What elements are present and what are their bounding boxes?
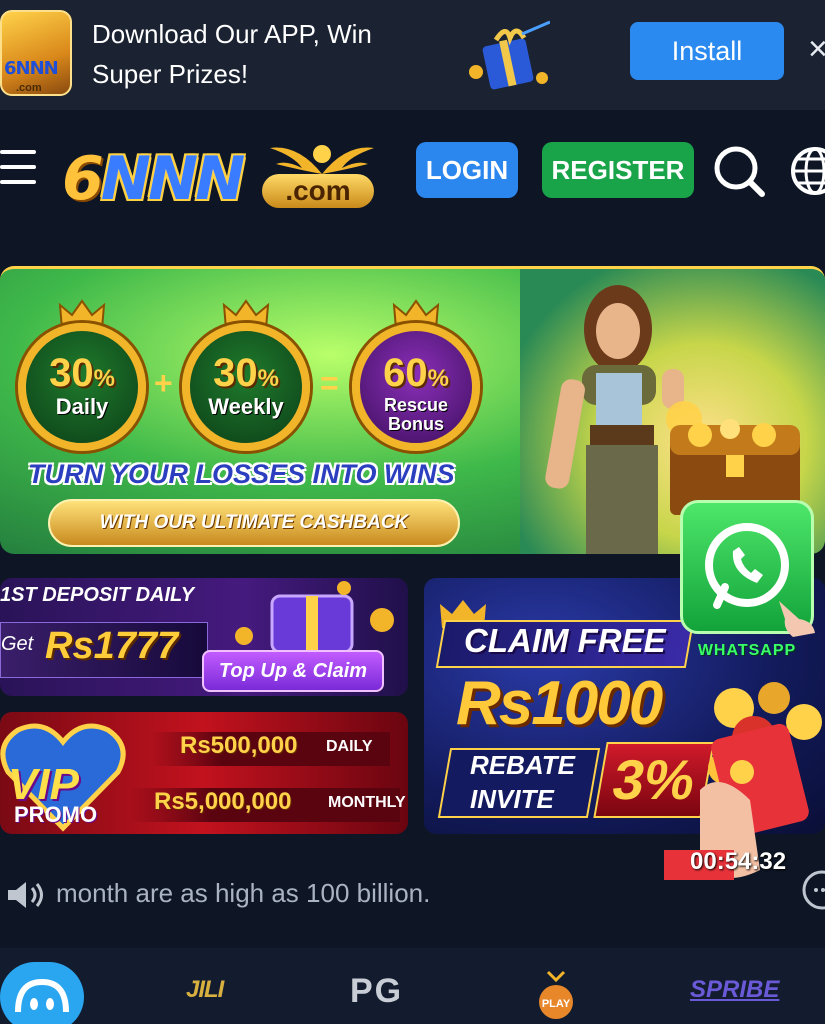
- whatsapp-float-button[interactable]: WHATSAPP: [676, 500, 818, 666]
- close-banner-button[interactable]: ×: [808, 32, 825, 66]
- vip-promo-label: PROMO: [14, 802, 98, 827]
- vip-daily-amount: Rs500,000: [180, 732, 298, 759]
- provider-jili[interactable]: JILI: [186, 976, 224, 1004]
- provider-spribe[interactable]: SPRIBE: [690, 976, 779, 1004]
- medal-ring: 30% Weekly: [182, 323, 310, 451]
- logo-wordmark: 6NNN: [62, 144, 246, 214]
- pointing-hand-icon: [779, 601, 815, 637]
- provider-play-label: PLAY: [542, 998, 571, 1010]
- speaker-icon: [8, 882, 43, 908]
- rescue-bonus-medal: 60% Rescue Bonus: [348, 299, 484, 451]
- equals-sign: =: [320, 365, 339, 401]
- medal-label-line1: Rescue: [383, 395, 449, 415]
- chat-bubble-icon[interactable]: [794, 870, 825, 910]
- page: 6NNN .com Download Our APP, Win Super Pr…: [0, 0, 825, 1024]
- top-up-claim-button[interactable]: Top Up & Claim: [202, 650, 384, 692]
- register-button[interactable]: REGISTER: [542, 142, 694, 198]
- globe-icon[interactable]: [788, 144, 825, 198]
- gift-icon: [469, 20, 550, 90]
- vip-daily-row: Rs500,000 DAILY: [150, 732, 390, 766]
- medal-label: Daily: [55, 394, 109, 419]
- vip-monthly-label: MONTHLY: [328, 794, 406, 811]
- provider-play-icon[interactable]: PLAY: [536, 968, 576, 1020]
- app-logo: 6NNN .com: [0, 10, 72, 96]
- login-button[interactable]: LOGIN: [416, 142, 518, 198]
- first-deposit-get: Get: [1, 633, 34, 655]
- wings-emblem-icon: [270, 145, 374, 174]
- customer-support-button[interactable]: [0, 962, 84, 1024]
- install-button[interactable]: Install: [630, 22, 784, 80]
- site-logo[interactable]: 6NNN .com: [62, 130, 382, 214]
- logo-six: 6: [62, 144, 104, 214]
- mystery-box-icon: [235, 581, 394, 652]
- announcement-marquee[interactable]: month are as high as 100 billion.: [0, 860, 825, 930]
- daily-cashback-medal: 30% Daily: [14, 299, 150, 451]
- logo-nnn: NNN: [100, 144, 246, 214]
- menu-icon[interactable]: [0, 150, 36, 186]
- invite-label: INVITE: [470, 784, 554, 814]
- logo-com: .com: [262, 174, 374, 208]
- medal-label: Weekly: [208, 394, 284, 419]
- medal-label-line2: Bonus: [388, 414, 444, 434]
- medal-percent: 60%: [383, 351, 449, 395]
- marquee-text: month are as high as 100 billion.: [56, 878, 431, 908]
- vip-promo-card[interactable]: VIP PROMO Rs500,000 DAILY Rs5,000,000 MO…: [0, 712, 408, 834]
- first-deposit-title: 1ST DEPOSIT DAILY: [0, 584, 195, 606]
- vip-monthly-amount: Rs5,000,000: [154, 788, 292, 815]
- site-header: 6NNN .com LOGIN REGISTER: [0, 110, 825, 225]
- app-logo-sub: .com: [16, 82, 42, 94]
- app-logo-text: 6NNN: [4, 58, 59, 79]
- whatsapp-tile: [680, 500, 815, 637]
- rebate-invite-text: REBATE INVITE: [470, 748, 575, 816]
- provider-pg[interactable]: PG: [350, 972, 403, 1011]
- vip-daily-label: DAILY: [326, 738, 373, 755]
- plus-sign: +: [154, 365, 173, 401]
- first-deposit-amount-box: Get Rs1777: [0, 622, 208, 678]
- medal-percent: 30%: [49, 351, 115, 395]
- vip-monthly-row: Rs5,000,000 MONTHLY: [130, 788, 406, 822]
- first-deposit-amount: Rs1777: [45, 625, 179, 667]
- claim-free-amount: Rs1000: [456, 669, 663, 738]
- hero-headline: TURN YOUR LOSSES INTO WINS: [28, 459, 455, 489]
- hero-cashback-pill: WITH OUR ULTIMATE CASHBACK: [48, 499, 460, 547]
- claim-free-label: CLAIM FREE: [464, 622, 666, 659]
- headset-icon: [15, 978, 69, 1013]
- app-download-banner: 6NNN .com Download Our APP, Win Super Pr…: [0, 0, 825, 110]
- rebate-label: REBATE: [470, 750, 575, 780]
- app-download-message: Download Our APP, Win Super Prizes!: [92, 19, 372, 89]
- medal-ring: 30% Daily: [18, 323, 146, 451]
- medal-ring: 60% Rescue Bonus: [352, 323, 480, 451]
- treasure-chest-icon: [670, 419, 800, 515]
- whatsapp-label: WHATSAPP: [697, 642, 797, 659]
- search-icon[interactable]: [712, 144, 766, 198]
- weekly-cashback-medal: 30% Weekly: [178, 299, 314, 451]
- medal-percent: 30%: [213, 351, 279, 395]
